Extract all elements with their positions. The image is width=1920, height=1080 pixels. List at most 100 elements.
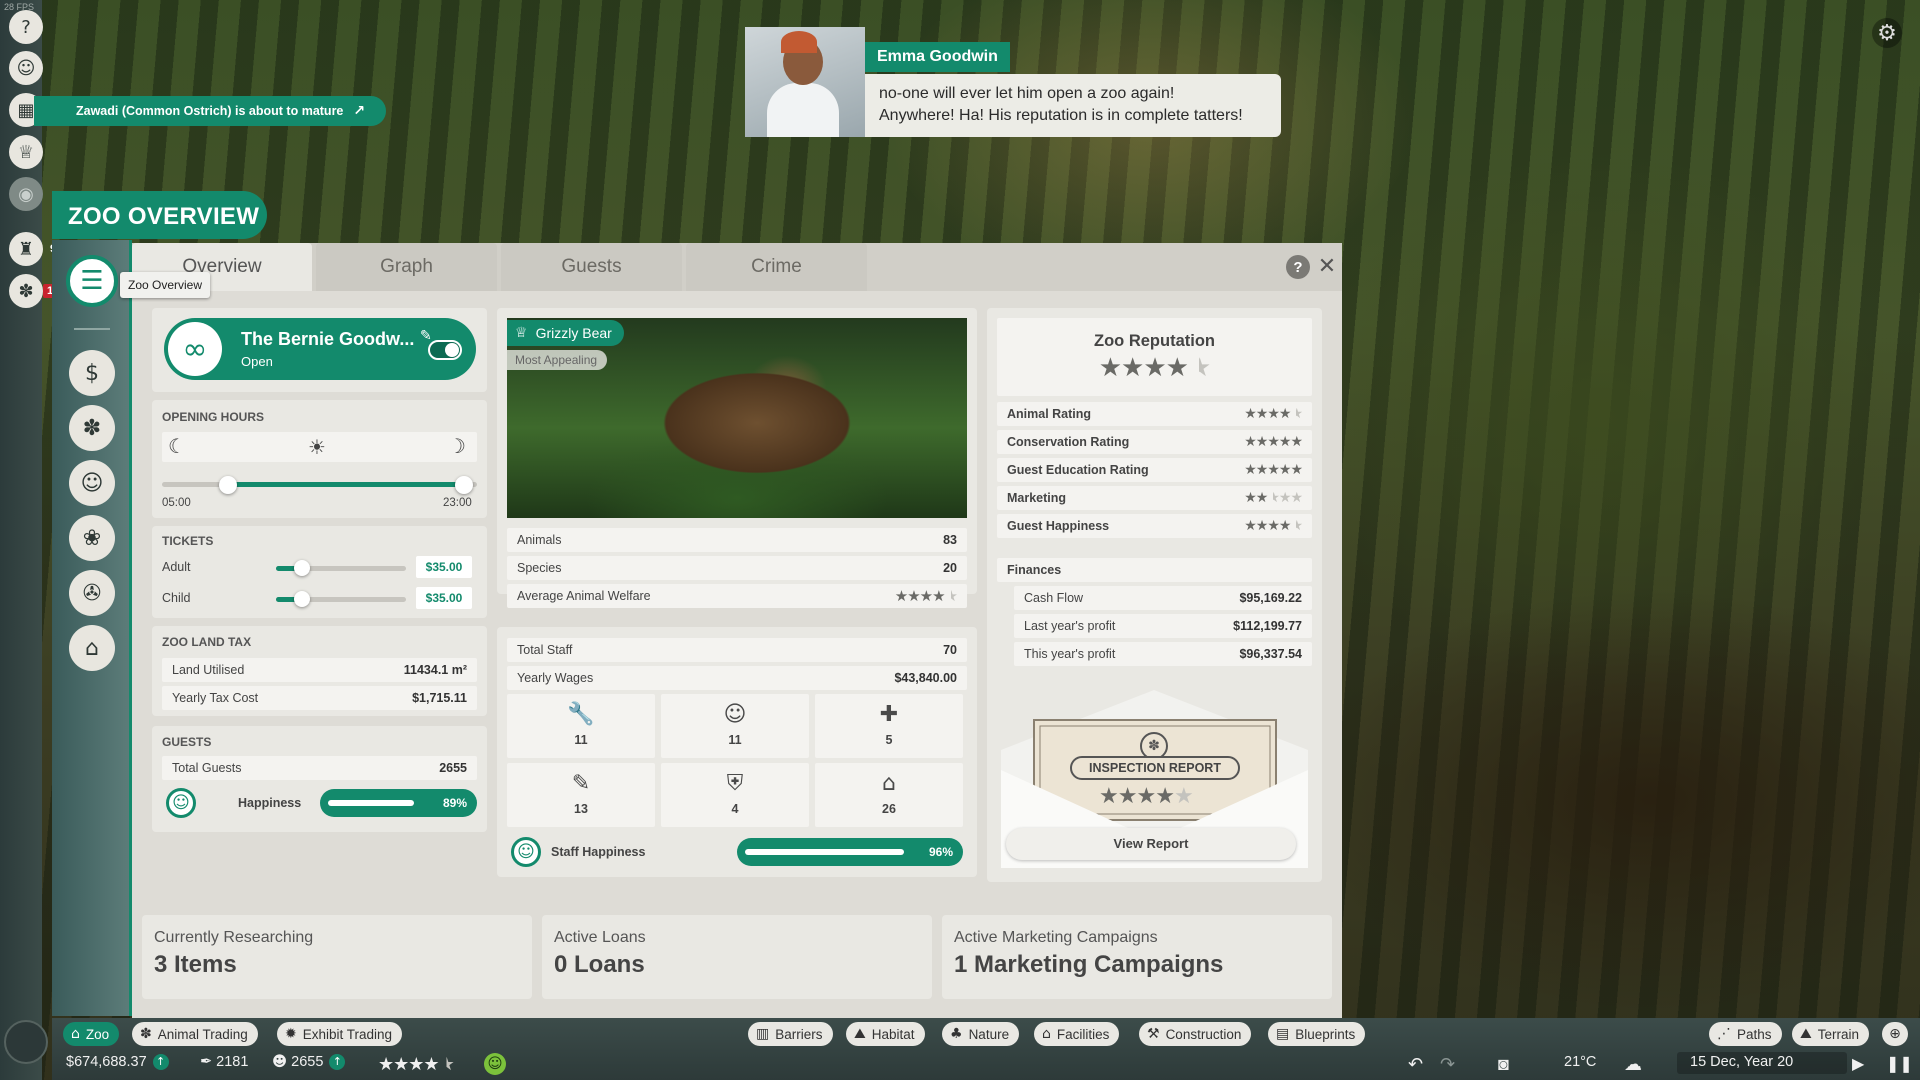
adult-price-slider[interactable] — [294, 560, 310, 576]
toolbar-more-icon[interactable]: ⊕ — [1882, 1022, 1908, 1046]
zoo-rating-stars[interactable]: ★ ★ ★ ★ ★ — [378, 1054, 455, 1075]
opening-hours-card: OPENING HOURS ☾ ☀ ☽ 05:00 23:00 — [152, 400, 487, 518]
star-full-icon: ★ — [1121, 353, 1144, 383]
sun-icon: ☀ — [308, 435, 326, 459]
tooltip: Zoo Overview — [120, 272, 211, 298]
broom-icon: ✎ — [571, 771, 591, 796]
security-count-tile[interactable]: ⛨ 4 — [661, 763, 809, 827]
child-price-slider[interactable] — [294, 591, 310, 607]
vendor-count-tile[interactable]: ⌂ 26 — [815, 763, 963, 827]
featured-animal-image[interactable] — [507, 318, 967, 518]
redo-icon[interactable]: ↷ — [1440, 1054, 1455, 1075]
tab-graph[interactable]: Graph — [316, 243, 497, 291]
animal-rating-row: Animal Rating ★★★★★ — [997, 402, 1312, 426]
construction-button[interactable]: ⚒ Construction — [1139, 1022, 1252, 1046]
help-button[interactable]: ? — [1286, 255, 1310, 279]
adult-price[interactable]: $35.00 — [416, 556, 472, 578]
last-year-profit-row: Last year's profit $112,199.77 — [1014, 614, 1312, 638]
star-full-icon: ★ — [408, 1054, 424, 1075]
guests-icon: ☻ — [272, 1054, 288, 1070]
camera-icon[interactable]: ◙ — [1498, 1054, 1509, 1075]
zookeeper-icon[interactable]: ☺ — [9, 51, 43, 85]
shop-icon[interactable]: ⌂ — [69, 625, 115, 671]
paw-icon[interactable]: ✽ — [69, 405, 115, 451]
speech-bubble: no-one will ever let him open a zoo agai… — [865, 74, 1281, 137]
zoo-name[interactable]: The Bernie Goodw... — [241, 329, 414, 350]
zookeeper-count-tile[interactable]: ☺ 11 — [661, 694, 809, 758]
land-tax-title: ZOO LAND TAX — [162, 635, 252, 649]
tab-crime[interactable]: Crime — [686, 243, 867, 291]
trophy-icon[interactable]: ♕ — [9, 135, 43, 169]
guest-count-display[interactable]: ☻ 2655 ↑ — [272, 1054, 346, 1070]
facilities-button[interactable]: ⌂ Facilities — [1034, 1022, 1120, 1046]
staff-icon[interactable]: ♜ — [9, 232, 43, 266]
star-full-icon: ★ — [1255, 462, 1269, 478]
close-button[interactable]: ✕ — [1316, 254, 1338, 279]
janitor-count-tile[interactable]: ✎ 13 — [507, 763, 655, 827]
keeper-count-tile[interactable]: 🔧 11 — [507, 694, 655, 758]
star-full-icon: ★ — [1244, 490, 1257, 506]
eye-icon[interactable]: ◉ — [9, 177, 43, 211]
animal-welfare-row: Average Animal Welfare ★★★★★ — [507, 584, 967, 608]
open-toggle[interactable] — [428, 340, 462, 360]
habitat-icon: ⛰ — [854, 1026, 866, 1042]
guest-happiness-label: Happiness — [238, 796, 302, 810]
wrench-icon[interactable]: ✇ — [69, 570, 115, 616]
edit-pencil-icon[interactable]: ✎ — [420, 328, 432, 344]
blueprints-button[interactable]: ▤ Blueprints — [1268, 1022, 1366, 1046]
nature-button[interactable]: ♣ Nature — [942, 1022, 1020, 1046]
clipboard-icon[interactable]: ☰ — [66, 255, 118, 307]
star-half-icon: ★ — [944, 587, 958, 605]
page-title: ZOO OVERVIEW — [52, 191, 267, 239]
marketing-stat[interactable]: Active Marketing Campaigns 1 Marketing Ca… — [942, 915, 1332, 999]
animal-trading-button[interactable]: ✽ Animal Trading — [132, 1022, 258, 1046]
help-icon[interactable]: ? — [9, 10, 43, 44]
undo-icon[interactable]: ↶ — [1408, 1054, 1423, 1075]
money-display[interactable]: $674,688.37 ↑ — [66, 1054, 169, 1070]
staff-happiness-bar: 96% — [737, 838, 963, 866]
notification-toast[interactable]: Zawadi (Common Ostrich) is about to matu… — [34, 96, 386, 126]
habitat-button[interactable]: ⛰ Habitat — [846, 1022, 925, 1046]
yearly-wages-row: Yearly Wages $43,840.00 — [507, 666, 967, 690]
guest-happiness-bar: 89% — [320, 789, 477, 817]
adult-label: Adult — [162, 560, 191, 574]
loans-stat[interactable]: Active Loans 0 Loans — [542, 915, 932, 999]
gear-icon[interactable]: ⚙ — [1872, 18, 1902, 48]
minimap-button[interactable] — [4, 1020, 48, 1064]
star-full-icon: ★ — [1244, 406, 1257, 422]
blueprint-icon: ▤ — [1276, 1026, 1290, 1042]
child-price[interactable]: $35.00 — [416, 587, 472, 609]
paw-icon[interactable]: ✽ — [9, 274, 43, 308]
pause-icon[interactable]: ❚❚ — [1886, 1054, 1913, 1074]
temperature-display: 21°C — [1564, 1054, 1597, 1070]
happiness-face-icon[interactable]: ☺ — [484, 1053, 506, 1075]
conservation-display[interactable]: ✒ 2181 — [200, 1054, 248, 1070]
zoo-mode-button[interactable]: ⌂ Zoo — [63, 1022, 120, 1046]
terrain-button[interactable]: ⛰ Terrain — [1792, 1022, 1870, 1046]
view-report-button[interactable]: View Report — [1006, 828, 1296, 860]
star-full-icon: ★ — [1099, 784, 1119, 809]
finance-icon[interactable]: $ — [69, 350, 115, 396]
inspection-envelope[interactable]: ✽ INSPECTION REPORT ★★★★★ View Report — [1001, 690, 1308, 868]
star-half-icon: ★ — [438, 1054, 455, 1075]
land-utilised-row: Land Utilised 11434.1 m² — [162, 658, 477, 682]
open-hour-handle[interactable] — [218, 476, 237, 494]
barrier-icon: ▥ — [756, 1026, 770, 1042]
star-full-icon: ★ — [393, 1054, 409, 1075]
external-link-icon[interactable]: ↗ — [353, 103, 365, 119]
star-empty-icon: ★ — [1173, 784, 1194, 809]
play-speed-icon[interactable]: ▶ — [1852, 1054, 1864, 1074]
research-stat[interactable]: Currently Researching 3 Items — [142, 915, 532, 999]
staff-icon[interactable]: ☺ — [69, 460, 115, 506]
paths-button[interactable]: ⋰ Paths — [1709, 1022, 1782, 1046]
barriers-button[interactable]: ▥ Barriers — [748, 1022, 833, 1046]
vet-count-tile[interactable]: ✚ 5 — [815, 694, 963, 758]
habitat-animals-icon[interactable]: ❀ — [69, 515, 115, 561]
education-rating-row: Guest Education Rating ★★★★★ — [997, 458, 1312, 482]
exhibit-trading-button[interactable]: ✹ Exhibit Trading — [277, 1022, 403, 1046]
featured-animal-sub: Most Appealing — [507, 350, 608, 370]
reputation-stars: ★★★★★ — [997, 353, 1312, 383]
close-hour-handle[interactable] — [454, 476, 473, 494]
speaker-portrait — [745, 27, 865, 137]
tab-guests[interactable]: Guests — [501, 243, 682, 291]
